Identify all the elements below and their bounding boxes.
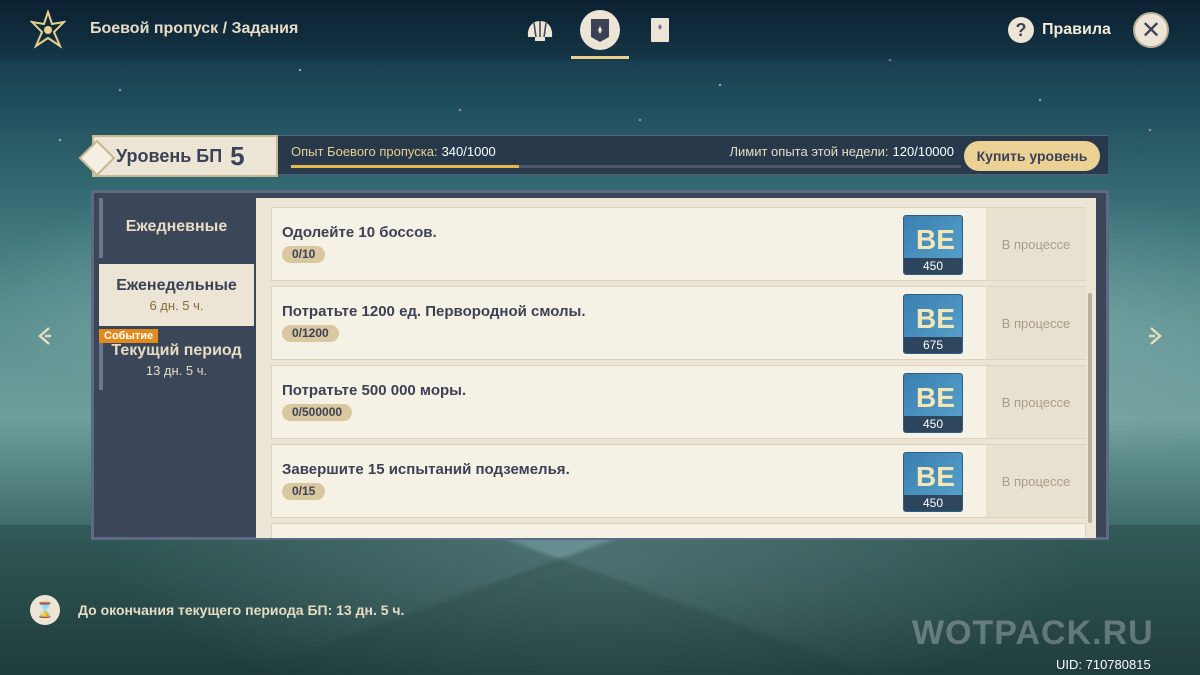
bp-exp-reward[interactable]: BE 450 (903, 452, 963, 512)
task-card: Потратьте 500 000 моры. 0/500000 BE 450 … (271, 365, 1086, 439)
weekly-limit-group: Лимит опыта этой недели: 120/10000 (730, 144, 955, 159)
close-icon: ✕ (1140, 16, 1162, 44)
period-label: До окончания текущего периода БП: (78, 602, 333, 618)
banner-icon (591, 19, 609, 42)
reward-amount: 675 (904, 337, 962, 353)
task-status: В процессе (986, 366, 1086, 438)
task-status: В процессе (986, 208, 1086, 280)
xp-value: 340/1000 (441, 144, 496, 159)
weekly-limit-value: 120/10000 (892, 144, 954, 159)
level-badge: Уровень БП 5 (78, 135, 278, 177)
sidebar-item-label: Еженедельные (116, 277, 237, 294)
bp-exp-reward[interactable]: BE 450 (903, 373, 963, 433)
active-tab-indicator (571, 56, 629, 59)
reward-amount: 450 (904, 495, 962, 511)
period-value: 13 дн. 5 ч. (336, 602, 405, 618)
period-countdown: До окончания текущего периода БП: 13 дн.… (78, 602, 404, 618)
sidebar: Ежедневные Еженедельные 6 дн. 5 ч. Текущ… (99, 198, 254, 538)
task-card: Потратьте 1200 ед. Первородной смолы. 0/… (271, 286, 1086, 360)
bp-exp-reward[interactable]: BE 450 (903, 215, 963, 275)
sidebar-item-daily[interactable]: Ежедневные (99, 198, 254, 258)
xp-progress-track (291, 165, 961, 168)
diamond-icon (78, 139, 116, 177)
question-icon: ? (1008, 17, 1034, 43)
xp-label: Опыт Боевого пропуска: (291, 144, 438, 159)
close-button[interactable]: ✕ (1133, 12, 1169, 48)
sidebar-item-label: Ежедневные (125, 218, 228, 235)
level-label: Уровень БП (116, 145, 223, 166)
watermark: WOTPACK.RU (912, 614, 1154, 652)
level-value: 5 (230, 140, 245, 171)
sidebar-item-timer: 6 дн. 5 ч. (149, 298, 204, 313)
sidebar-item-weekly[interactable]: Еженедельные 6 дн. 5 ч. (99, 264, 254, 326)
tab-card[interactable] (640, 10, 680, 50)
task-status: В процессе (986, 287, 1086, 359)
reward-amount: 450 (904, 416, 962, 432)
weekly-limit-label: Лимит опыта этой недели: (729, 144, 889, 159)
task-title: Потратьте 500 000 моры. (282, 382, 467, 399)
reward-amount: 450 (904, 258, 962, 274)
task-title: Завершите 15 испытаний подземелья. (282, 461, 570, 478)
event-badge: Событие (99, 329, 159, 343)
shell-icon (527, 21, 553, 41)
task-card-partial (271, 523, 1086, 538)
task-progress: 0/10 (282, 246, 326, 263)
task-status: В процессе (986, 445, 1086, 517)
prev-arrow-icon[interactable] (33, 323, 59, 349)
sidebar-item-label: Текущий период (111, 342, 242, 359)
task-progress: 0/500000 (282, 404, 353, 421)
task-list[interactable]: Одолейте 10 боссов. 0/10 BE 450 В процес… (256, 198, 1096, 538)
sidebar-item-timer: 13 дн. 5 ч. (145, 363, 208, 378)
task-progress: 0/15 (282, 483, 326, 500)
task-title: Потратьте 1200 ед. Первородной смолы. (282, 303, 586, 320)
xp-progress-fill (291, 165, 519, 168)
rules-label: Правила (1042, 21, 1111, 38)
bp-exp-icon: BE (916, 224, 955, 255)
bp-exp-icon: BE (916, 461, 955, 492)
next-arrow-icon[interactable] (1141, 323, 1167, 349)
bp-exp-icon: BE (916, 303, 955, 334)
tab-shell[interactable] (520, 10, 560, 50)
uid-label: UID: 710780815 (1056, 657, 1151, 672)
task-progress: 0/1200 (282, 325, 339, 342)
bp-exp-icon: BE (916, 382, 955, 413)
hourglass-icon: ⌛ (30, 595, 60, 625)
card-icon (651, 18, 669, 42)
task-title: Одолейте 10 боссов. (282, 224, 437, 241)
task-card: Завершите 15 испытаний подземелья. 0/15 … (271, 444, 1086, 518)
task-card: Одолейте 10 боссов. 0/10 BE 450 В процес… (271, 207, 1086, 281)
rules-button[interactable]: ? Правила (1008, 17, 1111, 43)
missions-panel: Ежедневные Еженедельные 6 дн. 5 ч. Текущ… (91, 190, 1109, 540)
task-list-scrollbar[interactable] (1088, 293, 1092, 523)
xp-label-group: Опыт Боевого пропуска: 340/1000 (291, 144, 496, 159)
sidebar-rule (99, 198, 103, 258)
breadcrumb: Боевой пропуск / Задания (90, 20, 299, 37)
bp-exp-reward[interactable]: BE 675 (903, 294, 963, 354)
tab-missions[interactable] (580, 10, 620, 50)
buy-level-button[interactable]: Купить уровень (964, 141, 1100, 171)
battle-pass-logo-icon (29, 8, 67, 50)
top-bar: Боевой пропуск / Задания ? Правила ✕ (0, 0, 1200, 60)
